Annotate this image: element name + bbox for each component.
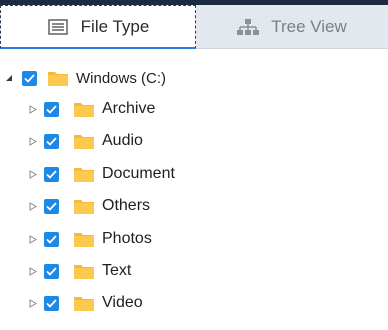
collapsed-triangle-icon[interactable] bbox=[28, 234, 38, 244]
collapsed-triangle-icon[interactable] bbox=[28, 298, 38, 308]
root-checkbox[interactable] bbox=[22, 70, 37, 86]
tree-item-checkbox[interactable] bbox=[44, 198, 59, 214]
collapsed-triangle-icon[interactable] bbox=[28, 136, 38, 146]
tree-item-others[interactable]: Others bbox=[0, 194, 388, 218]
tab-tree-view[interactable]: Tree View bbox=[196, 5, 388, 49]
tree-item-label: Photos bbox=[102, 230, 152, 247]
tree-item-photos[interactable]: Photos bbox=[0, 227, 388, 251]
list-icon bbox=[47, 18, 69, 36]
checkmark-icon bbox=[46, 266, 57, 276]
checkmark-icon bbox=[24, 73, 35, 83]
tree-item-checkbox[interactable] bbox=[44, 133, 59, 149]
tree-item-audio[interactable]: Audio bbox=[0, 129, 388, 153]
tree-item-label: Audio bbox=[102, 132, 143, 149]
folder-icon bbox=[47, 70, 69, 87]
checkmark-icon bbox=[46, 136, 57, 146]
folder-icon bbox=[73, 198, 95, 215]
tab-tree-view-label: Tree View bbox=[271, 16, 347, 36]
checkmark-icon bbox=[46, 298, 57, 308]
view-tabs: File Type Tree View bbox=[0, 5, 388, 49]
tree-item-label: Archive bbox=[102, 100, 156, 117]
collapsed-triangle-icon[interactable] bbox=[28, 201, 38, 211]
checkmark-icon bbox=[46, 104, 57, 114]
tree-item-checkbox[interactable] bbox=[44, 295, 59, 311]
checkmark-icon bbox=[46, 169, 57, 179]
folder-icon bbox=[73, 295, 95, 312]
tree-root-label: Windows (C:) bbox=[76, 69, 167, 87]
tree-item-video[interactable]: Video bbox=[0, 291, 388, 315]
tree-item-archive[interactable]: Archive bbox=[0, 97, 388, 121]
tree-item-checkbox[interactable] bbox=[44, 231, 59, 247]
tree-item-label: Document bbox=[102, 165, 175, 182]
folder-icon bbox=[73, 166, 95, 183]
tree-hierarchy-icon bbox=[237, 18, 260, 36]
folder-icon bbox=[73, 263, 95, 280]
folder-icon bbox=[73, 101, 95, 118]
tree-item-document[interactable]: Document bbox=[0, 162, 388, 186]
tree-item-label: Video bbox=[102, 294, 143, 311]
tree-item-label: Text bbox=[102, 262, 132, 279]
tree-item-label: Others bbox=[102, 197, 151, 214]
tree-item-checkbox[interactable] bbox=[44, 101, 59, 117]
tree-root-row[interactable]: Windows (C:) bbox=[0, 66, 388, 90]
expanded-triangle-icon[interactable] bbox=[4, 73, 14, 83]
tree-item-checkbox[interactable] bbox=[44, 263, 59, 279]
tab-file-type-label: File Type bbox=[80, 16, 150, 36]
collapsed-triangle-icon[interactable] bbox=[28, 104, 38, 114]
tree-item-checkbox[interactable] bbox=[44, 166, 59, 182]
tree-item-text[interactable]: Text bbox=[0, 259, 388, 283]
folder-icon bbox=[73, 133, 95, 150]
checkmark-icon bbox=[46, 201, 57, 211]
collapsed-triangle-icon[interactable] bbox=[28, 169, 38, 179]
checkmark-icon bbox=[46, 234, 57, 244]
tab-file-type[interactable]: File Type bbox=[0, 5, 196, 49]
collapsed-triangle-icon[interactable] bbox=[28, 266, 38, 276]
folder-icon bbox=[73, 231, 95, 248]
